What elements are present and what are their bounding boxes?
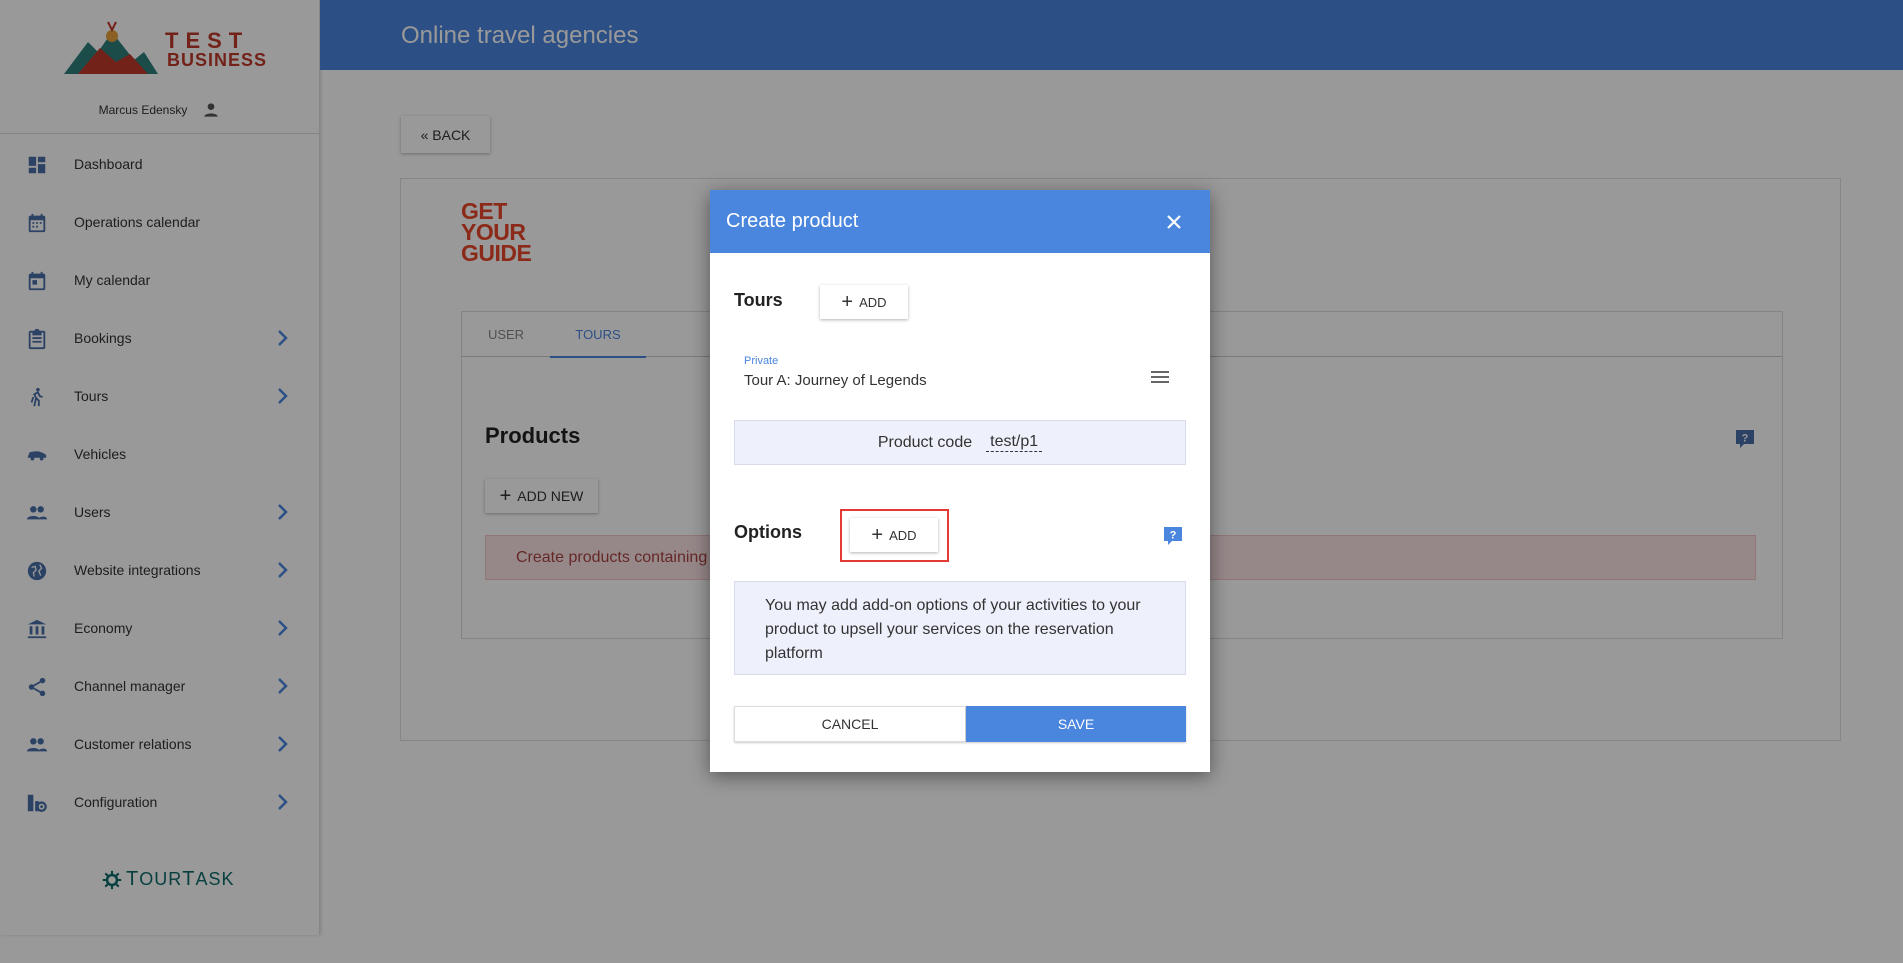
- dialog-header: Create product: [710, 190, 1210, 253]
- add-tour-label: ADD: [859, 294, 887, 310]
- svg-text:?: ?: [1170, 530, 1177, 542]
- add-tour-button[interactable]: + ADD: [820, 285, 908, 319]
- plus-icon: +: [871, 524, 884, 546]
- create-product-dialog: Create product Tours + ADD Private Tour …: [710, 190, 1210, 772]
- close-icon[interactable]: [1162, 210, 1186, 234]
- tours-section-title: Tours: [734, 290, 783, 310]
- product-code-value[interactable]: test/p1: [986, 433, 1043, 452]
- add-option-button[interactable]: + ADD: [850, 518, 938, 552]
- tour-name: Tour A: Journey of Legends: [744, 372, 927, 389]
- drag-handle-icon[interactable]: [1148, 365, 1172, 389]
- save-button[interactable]: SAVE: [966, 706, 1186, 742]
- tour-list-item[interactable]: Private Tour A: Journey of Legends: [744, 355, 1184, 399]
- options-section-title: Options: [734, 522, 802, 542]
- help-icon[interactable]: ?: [1163, 526, 1183, 546]
- dialog-title: Create product: [726, 210, 859, 232]
- plus-icon: +: [841, 291, 854, 313]
- tour-kind: Private: [744, 355, 779, 367]
- add-option-label: ADD: [889, 527, 917, 543]
- product-code-row: Product code test/p1: [734, 420, 1186, 465]
- product-code-label: Product code: [877, 433, 973, 451]
- options-info-box: You may add add-on options of your activ…: [734, 581, 1186, 675]
- cancel-button[interactable]: CANCEL: [734, 706, 966, 742]
